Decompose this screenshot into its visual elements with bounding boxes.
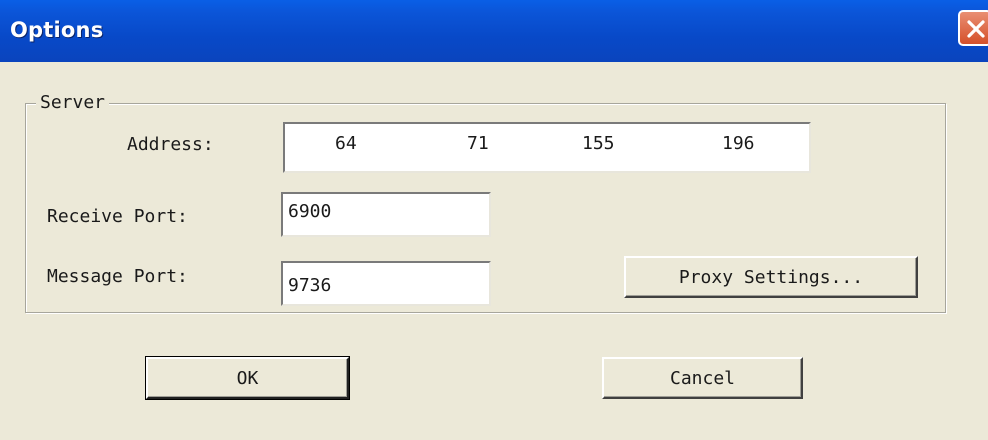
ip-octet-1[interactable]: 64: [335, 133, 357, 154]
ip-octet-3[interactable]: 155: [582, 133, 615, 154]
receive-port-value: 6900: [288, 201, 332, 222]
ok-button[interactable]: OK: [145, 356, 350, 400]
server-group-label: Server: [36, 92, 110, 113]
message-port-label: Message Port:: [47, 266, 188, 287]
message-port-input[interactable]: 9736: [281, 261, 491, 306]
title-bar[interactable]: Options: [0, 0, 988, 62]
receive-port-label: Receive Port:: [47, 206, 188, 227]
close-icon: [967, 20, 985, 38]
receive-port-input[interactable]: 6900: [281, 192, 491, 237]
window-title: Options: [10, 18, 104, 42]
message-port-value: 9736: [288, 275, 332, 296]
ip-octet-4[interactable]: 196: [722, 133, 755, 154]
ip-address-field[interactable]: 64 71 155 196: [283, 122, 811, 173]
ip-octet-2[interactable]: 71: [467, 133, 489, 154]
close-button[interactable]: [958, 10, 988, 46]
cancel-button[interactable]: Cancel: [602, 357, 803, 399]
proxy-settings-button[interactable]: Proxy Settings...: [624, 256, 918, 298]
address-label: Address:: [127, 134, 214, 155]
options-dialog: Options Server Address: 64 71 155 196 Re…: [0, 0, 988, 440]
